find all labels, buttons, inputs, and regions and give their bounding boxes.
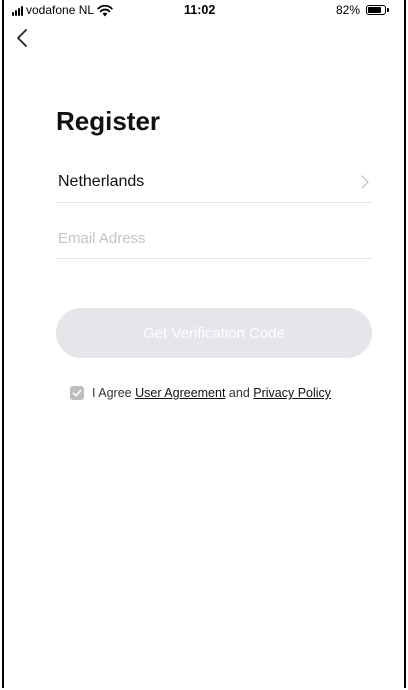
chevron-right-icon	[361, 175, 369, 189]
agree-prefix: I Agree	[92, 386, 132, 400]
register-screen: vodafone NL 11:02 82% Register Netherlan…	[2, 0, 406, 688]
agreement-checkbox[interactable]	[70, 386, 84, 400]
email-field-row	[56, 218, 372, 259]
checkmark-icon	[72, 389, 82, 397]
user-agreement-link[interactable]: User Agreement	[135, 386, 225, 400]
status-time: 11:02	[184, 3, 216, 17]
page-title: Register	[56, 106, 161, 136]
email-input[interactable]	[58, 226, 368, 250]
back-button[interactable]	[10, 24, 38, 52]
battery-icon	[366, 5, 389, 15]
country-value: Netherlands	[58, 173, 145, 190]
privacy-policy-link[interactable]: Privacy Policy	[253, 386, 331, 400]
get-verification-code-button[interactable]: Get Verification Code	[56, 308, 372, 358]
country-selector[interactable]: Netherlands	[56, 162, 372, 203]
carrier-name: vodafone NL	[26, 3, 95, 17]
wifi-icon	[97, 4, 113, 17]
status-bar: vodafone NL 11:02 82%	[4, 0, 404, 22]
agree-conjunction: and	[228, 386, 250, 400]
agreement-row: I Agree User Agreement and Privacy Polic…	[70, 386, 331, 404]
battery-percentage: 82%	[335, 3, 360, 17]
chevron-left-icon	[17, 29, 27, 47]
